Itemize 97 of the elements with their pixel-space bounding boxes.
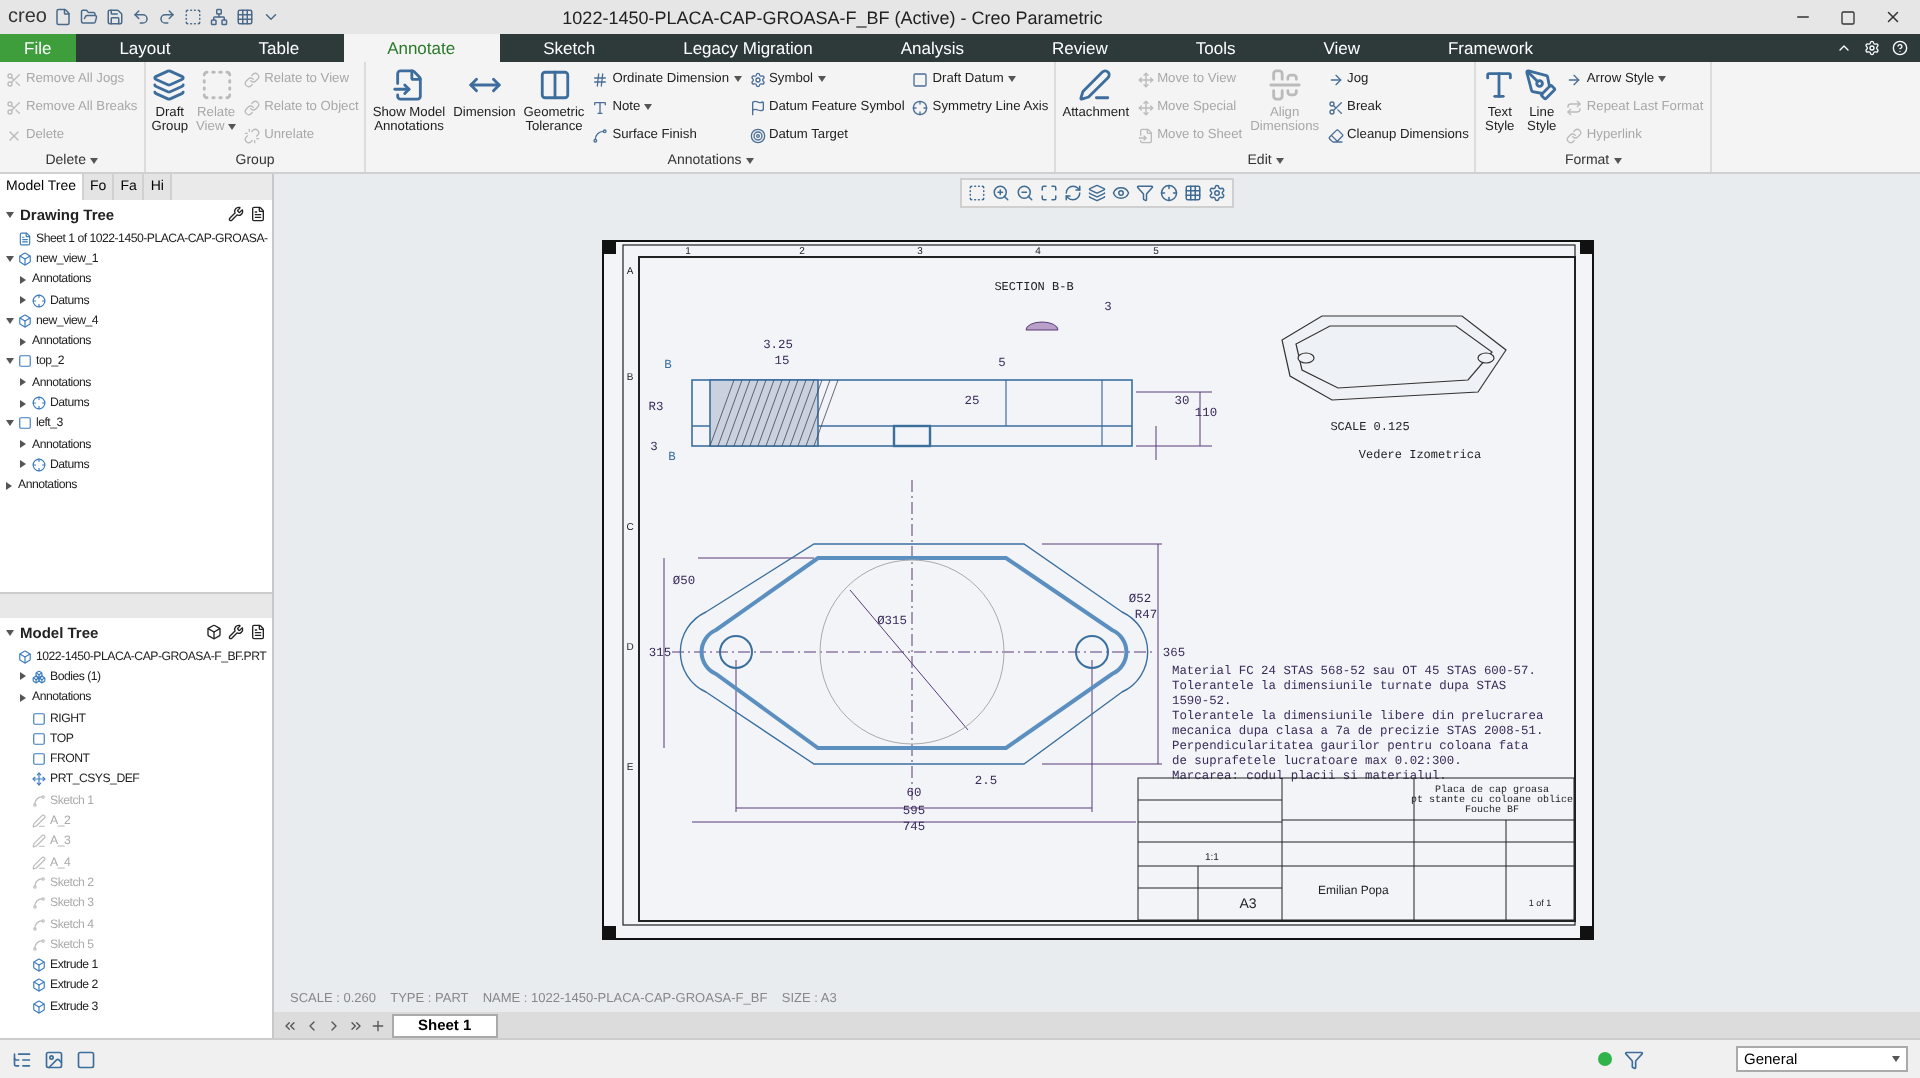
redo-icon[interactable]	[158, 8, 177, 26]
app-logo: creo	[8, 6, 47, 28]
add-sheet-icon[interactable]	[370, 1017, 386, 1033]
chevron-down-icon[interactable]	[262, 8, 281, 26]
cubes-icon	[32, 669, 46, 684]
eraser-icon	[1327, 127, 1344, 143]
ribbon-tab[interactable]: Tools	[1151, 34, 1280, 62]
cube-icon	[32, 999, 46, 1014]
ribbon-tab[interactable]: Table	[214, 34, 344, 62]
settings-icon[interactable]	[1864, 40, 1880, 56]
filter-icon[interactable]	[1624, 1049, 1644, 1069]
maximize-icon[interactable]	[1840, 9, 1856, 25]
unlink-icon	[244, 127, 261, 143]
fit-icon[interactable]	[1040, 184, 1058, 202]
help-icon[interactable]	[1892, 40, 1908, 56]
tree-icon[interactable]	[12, 1049, 32, 1069]
cube-icon	[18, 649, 32, 664]
text-icon	[592, 99, 609, 115]
sheet-icon	[18, 231, 32, 246]
spline-icon	[592, 127, 609, 143]
save-icon[interactable]	[106, 8, 125, 26]
status-indicator	[1598, 1052, 1612, 1066]
ribbon-tab[interactable]: Framework	[1403, 34, 1577, 62]
ribbon-tab[interactable]: Layout	[75, 34, 215, 62]
last-sheet-icon[interactable]	[348, 1017, 364, 1033]
scissors-icon	[6, 71, 22, 87]
ribbon-tab[interactable]: Analysis	[856, 34, 1008, 62]
ribbon-tab[interactable]: Annotate	[343, 34, 500, 62]
sketch-icon	[32, 937, 46, 952]
arrow-icon	[1566, 71, 1583, 87]
ribbon-tab[interactable]: Sketch	[499, 34, 640, 62]
document-icon[interactable]	[250, 624, 266, 640]
hash-icon	[592, 71, 609, 87]
cube-icon	[32, 978, 46, 993]
move-icon	[1137, 71, 1154, 87]
crosshair-icon	[32, 457, 46, 472]
window-title: 1022-1450-PLACA-CAP-GROASA-F_BF (Active) - Creo Parametric	[560, 7, 1105, 27]
close-icon	[6, 127, 22, 143]
layers-icon[interactable]	[1088, 184, 1106, 202]
file-import-icon	[391, 68, 426, 102]
folder-icon[interactable]	[80, 8, 99, 26]
link-icon	[244, 71, 261, 87]
wrench-icon[interactable]	[228, 206, 244, 222]
zoom-out-icon[interactable]	[1016, 184, 1034, 202]
ribbon-tab[interactable]: Review	[1007, 34, 1152, 62]
crosshair-icon	[32, 293, 46, 308]
sketch-icon	[32, 875, 46, 890]
target-icon	[749, 127, 765, 143]
link-icon	[244, 99, 261, 115]
gear-icon	[749, 71, 765, 87]
square-icon[interactable]	[76, 1049, 96, 1069]
filter-icon[interactable]	[1136, 184, 1154, 202]
previous-sheet-icon[interactable]	[304, 1017, 320, 1033]
arrow-icon	[1327, 71, 1344, 87]
zoom-in-icon[interactable]	[992, 184, 1010, 202]
grid-icon[interactable]	[236, 8, 255, 26]
first-sheet-icon[interactable]	[282, 1017, 298, 1033]
document-icon[interactable]	[250, 206, 266, 222]
undo-icon[interactable]	[132, 8, 151, 26]
scissors-icon	[1327, 99, 1344, 115]
collapse-ribbon-icon[interactable]	[1836, 40, 1852, 56]
cube-icon[interactable]	[206, 624, 222, 640]
eye-icon[interactable]	[1112, 184, 1130, 202]
sketch-icon	[32, 793, 46, 808]
pen-icon	[1078, 68, 1113, 102]
crosshair-icon[interactable]	[1160, 184, 1178, 202]
grid-icon[interactable]	[1184, 184, 1202, 202]
box-icon	[18, 313, 32, 328]
link-icon	[1566, 127, 1583, 143]
zoom-box-icon[interactable]	[968, 184, 986, 202]
select-box-icon[interactable]	[184, 8, 203, 26]
file-icon	[1137, 127, 1154, 143]
refresh-icon[interactable]	[1064, 184, 1082, 202]
box-icon	[18, 251, 32, 266]
gear-icon[interactable]	[1208, 184, 1226, 202]
text-style-icon	[1482, 68, 1517, 102]
align-icon	[1267, 68, 1302, 102]
crosshair-icon	[32, 396, 46, 411]
crosshair-icon	[912, 99, 929, 115]
scissors-icon	[6, 99, 22, 115]
flag-icon	[749, 99, 765, 115]
square-icon	[912, 71, 929, 87]
layers-icon	[152, 68, 187, 102]
ribbon-tab[interactable]: Legacy Migration	[639, 34, 857, 62]
dashed-square-icon	[199, 68, 234, 102]
close-icon[interactable]	[1884, 8, 1902, 26]
sketch-icon	[32, 917, 46, 931]
pen-tool-icon	[1524, 68, 1559, 102]
wrench-icon[interactable]	[228, 624, 244, 640]
ribbon-tab[interactable]: View	[1279, 34, 1404, 62]
new-file-icon[interactable]	[54, 8, 73, 26]
sketch-icon	[32, 896, 46, 911]
next-sheet-icon[interactable]	[326, 1017, 342, 1033]
move-icon	[1137, 99, 1154, 115]
cube-icon	[32, 958, 46, 973]
image-icon[interactable]	[44, 1049, 64, 1069]
repeat-icon	[1566, 99, 1583, 115]
